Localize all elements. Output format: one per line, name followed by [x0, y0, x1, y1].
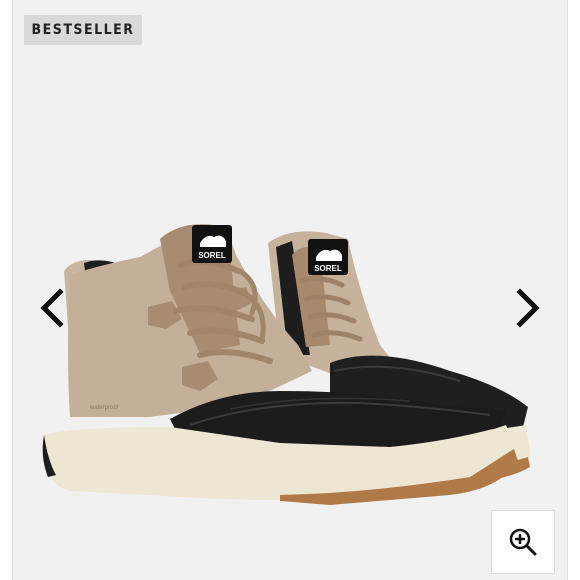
- front-boot-logo-text: SOREL: [198, 251, 226, 260]
- previous-image-button[interactable]: [32, 286, 72, 330]
- back-boot-logo-text: SOREL: [314, 264, 342, 273]
- chevron-right-icon: [516, 288, 540, 328]
- waterproof-text: waterproof: [89, 405, 119, 411]
- zoom-in-icon: [509, 528, 537, 556]
- chevron-left-icon: [40, 288, 64, 328]
- bestseller-badge: BESTSELLER: [24, 15, 142, 45]
- zoom-button[interactable]: [491, 510, 555, 574]
- next-image-button[interactable]: [508, 286, 548, 330]
- product-image: SOREL waterproof SOREL: [42, 224, 530, 505]
